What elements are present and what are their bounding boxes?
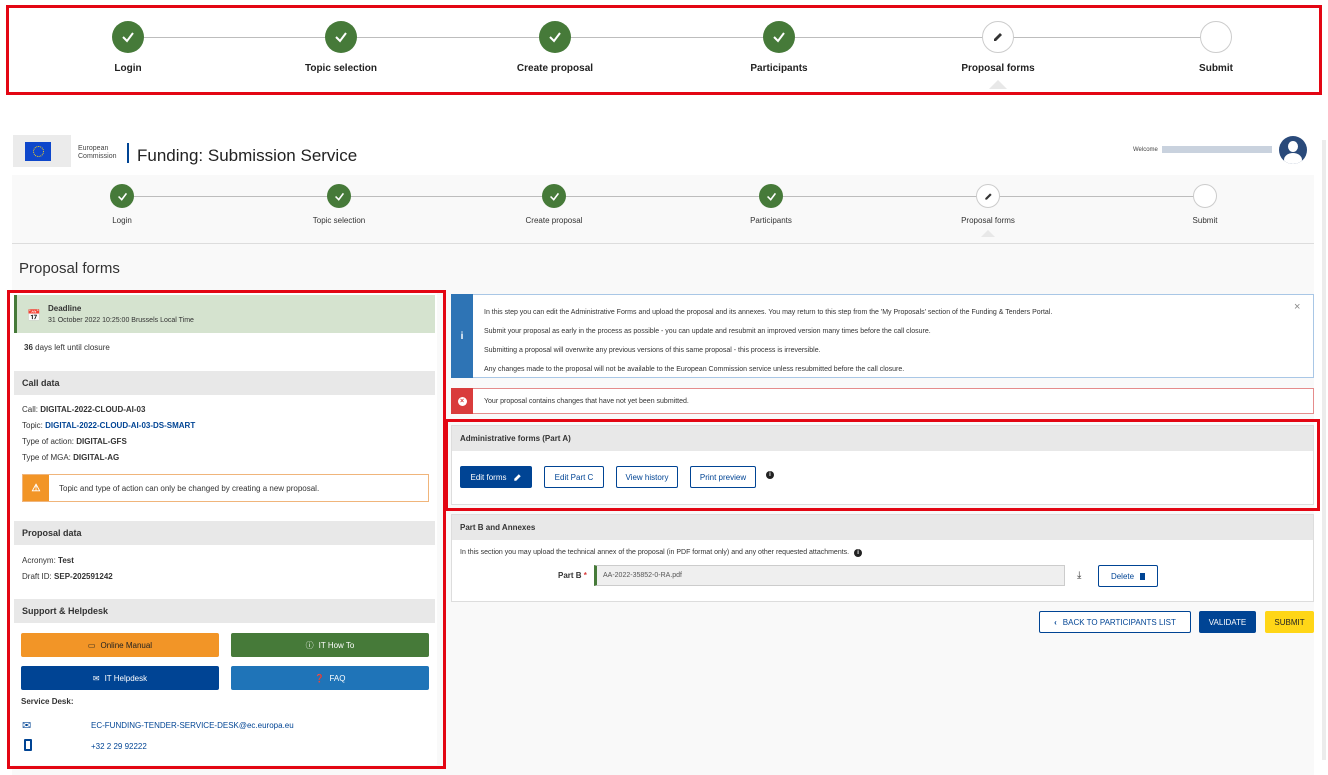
top-step-create: Create proposal	[455, 21, 655, 74]
check-icon	[759, 184, 783, 208]
empty-circle-icon	[1193, 184, 1217, 208]
empty-circle-icon	[1200, 21, 1232, 53]
current-step-pointer	[981, 230, 995, 237]
step-create: Create proposal	[454, 184, 654, 225]
close-icon[interactable]: ×	[1294, 301, 1300, 313]
step-participants: Participants	[671, 184, 871, 225]
welcome-text: Welcome	[1133, 147, 1158, 153]
back-to-participants-button[interactable]: ‹ BACK TO PARTICIPANTS LIST	[1039, 611, 1191, 633]
header-divider	[127, 143, 129, 163]
step-submit: Submit	[1105, 184, 1305, 225]
deadline-box: 📅 Deadline 31 October 2022 10:25:00 Brus…	[14, 295, 435, 333]
info-icon: i	[451, 294, 473, 378]
online-manual-button[interactable]: ▭ Online Manual	[21, 633, 219, 657]
chevron-left-icon: ‹	[1054, 617, 1057, 627]
edit-part-c-button[interactable]: Edit Part C	[544, 466, 604, 488]
top-step-topic: Topic selection	[241, 21, 441, 74]
top-step-proposal-forms: Proposal forms	[898, 21, 1098, 89]
faq-button[interactable]: ❓ FAQ	[231, 666, 429, 690]
validate-button[interactable]: VALIDATE	[1199, 611, 1256, 633]
proposal-data-heading: Proposal data	[14, 521, 435, 545]
print-preview-button[interactable]: Print preview	[690, 466, 756, 488]
info-icon: ⓘ	[305, 640, 314, 650]
it-helpdesk-button[interactable]: ✉ IT Helpdesk	[21, 666, 219, 690]
topic-link[interactable]: DIGITAL-2022-CLOUD-AI-03-DS-SMART	[45, 421, 195, 430]
days-left: 36 days left until closure	[24, 343, 110, 352]
step-proposal-forms: Proposal forms	[888, 184, 1088, 237]
draft-id-row: Draft ID: SEP-202591242	[22, 572, 113, 581]
warning-icon: ⚠	[23, 475, 49, 501]
edit-forms-button[interactable]: Edit forms	[460, 466, 532, 488]
check-icon	[327, 184, 351, 208]
admin-forms-panel: Administrative forms (Part A) Edit forms…	[451, 425, 1314, 505]
download-icon[interactable]: ⤓	[1077, 570, 1081, 581]
calendar-icon: 📅	[27, 310, 41, 322]
top-step-submit: Submit	[1116, 21, 1316, 74]
username-redacted	[1162, 146, 1272, 153]
view-history-button[interactable]: View history	[616, 466, 678, 488]
call-row: Call: DIGITAL-2022-CLOUD-AI-03	[22, 405, 146, 414]
topic-row: Topic: DIGITAL-2022-CLOUD-AI-03-DS-SMART	[22, 421, 196, 430]
part-b-description: In this section you may upload the techn…	[460, 549, 863, 557]
top-step-login: Login	[28, 21, 228, 74]
error-icon: ×	[451, 388, 473, 414]
page-title: Proposal forms	[19, 260, 120, 277]
part-b-file-field[interactable]: AA-2022-35852-0-RA.pdf	[594, 565, 1065, 586]
part-b-heading: Part B and Annexes	[452, 515, 1313, 540]
check-icon	[539, 21, 571, 53]
mga-row: Type of MGA: DIGITAL-AG	[22, 453, 120, 462]
divider	[12, 243, 1314, 244]
check-icon	[112, 21, 144, 53]
submit-button[interactable]: SUBMIT	[1265, 611, 1314, 633]
pencil-icon	[982, 21, 1014, 53]
acronym-row: Acronym: Test	[22, 556, 74, 565]
trash-icon	[1140, 572, 1146, 580]
part-b-label: Part B *	[558, 571, 587, 580]
service-desk-email[interactable]: EC-FUNDING-TENDER-SERVICE-DESK@ec.europa…	[91, 721, 294, 730]
admin-forms-heading: Administrative forms (Part A)	[452, 426, 1313, 451]
eu-flag-icon	[25, 141, 51, 161]
service-desk-label: Service Desk:	[21, 697, 74, 706]
check-icon	[325, 21, 357, 53]
phone-icon	[24, 739, 32, 751]
top-stepper: Login Topic selection Create proposal Pa…	[0, 0, 1328, 100]
support-heading: Support & Helpdesk	[14, 599, 435, 623]
info-text: In this step you can edit the Administra…	[484, 309, 1053, 373]
top-step-participants: Participants	[679, 21, 879, 74]
pencil-icon	[513, 473, 521, 481]
part-b-panel: Part B and Annexes In this section you m…	[451, 514, 1314, 602]
current-step-pointer	[989, 80, 1007, 89]
avatar[interactable]	[1279, 136, 1307, 164]
info-icon[interactable]: i	[766, 471, 774, 479]
service-desk-phone[interactable]: +32 2 29 92222	[91, 742, 147, 751]
pencil-icon	[976, 184, 1000, 208]
mail-icon: ✉	[22, 720, 32, 732]
it-how-to-button[interactable]: ⓘ IT How To	[231, 633, 429, 657]
check-icon	[763, 21, 795, 53]
call-data-heading: Call data	[14, 371, 435, 395]
ec-logo-text: European Commission	[78, 145, 117, 160]
envelope-icon: ✉	[92, 673, 100, 683]
action-row: Type of action: DIGITAL-GFS	[22, 437, 127, 446]
laptop-icon: ▭	[87, 640, 96, 650]
check-icon	[110, 184, 134, 208]
check-icon	[542, 184, 566, 208]
delete-button[interactable]: Delete	[1098, 565, 1158, 587]
ec-logo	[13, 135, 71, 167]
step-topic: Topic selection	[239, 184, 439, 225]
info-box: i In this step you can edit the Administ…	[451, 294, 1314, 378]
step-login: Login	[22, 184, 222, 225]
error-box: × Your proposal contains changes that ha…	[451, 388, 1314, 414]
sidebar: 📅 Deadline 31 October 2022 10:25:00 Brus…	[12, 293, 437, 765]
stepper: Login Topic selection Create proposal Pa…	[0, 180, 1328, 244]
warning-box: ⚠ Topic and type of action can only be c…	[22, 474, 429, 502]
question-icon: ❓	[314, 673, 325, 683]
info-icon[interactable]: i	[854, 549, 863, 557]
app-title: Funding: Submission Service	[137, 146, 358, 165]
